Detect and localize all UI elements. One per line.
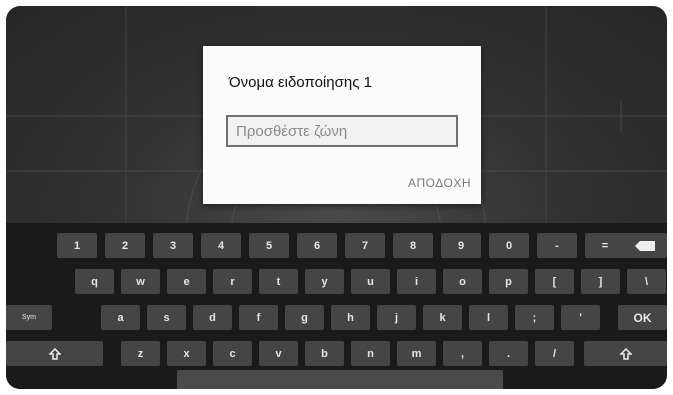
key-row3-2[interactable]: d <box>193 305 232 330</box>
key-row3-0[interactable]: a <box>101 305 140 330</box>
key-row2-0[interactable]: q <box>75 269 114 294</box>
tv-screen: Όνομα ειδοποίησης 1 ΑΠΟΔΟΧΗ 1234567890-=… <box>6 6 667 389</box>
key-sym[interactable]: Sym <box>6 305 52 330</box>
key-row2-2[interactable]: e <box>167 269 206 294</box>
key-row1-0[interactable]: 1 <box>57 233 97 258</box>
key-backspace[interactable] <box>623 233 667 258</box>
key-row3-1[interactable]: s <box>147 305 186 330</box>
key-row3-9[interactable]: ; <box>515 305 554 330</box>
key-row2-4[interactable]: t <box>259 269 298 294</box>
backspace-icon <box>635 240 655 251</box>
shift-icon <box>48 347 61 360</box>
dialog-title: Όνομα ειδοποίησης 1 <box>229 74 372 91</box>
key-space[interactable] <box>177 370 503 389</box>
key-row2-8[interactable]: o <box>443 269 482 294</box>
key-row1-10[interactable]: - <box>537 233 577 258</box>
key-row4-2[interactable]: c <box>213 341 252 366</box>
key-row2-6[interactable]: u <box>351 269 390 294</box>
key-row4-9[interactable]: / <box>535 341 574 366</box>
key-row4-0[interactable]: z <box>121 341 160 366</box>
key-row2-10[interactable]: [ <box>535 269 574 294</box>
key-row1-6[interactable]: 7 <box>345 233 385 258</box>
key-row3-3[interactable]: f <box>239 305 278 330</box>
key-row1-7[interactable]: 8 <box>393 233 433 258</box>
key-row2-11[interactable]: ] <box>581 269 620 294</box>
key-row3-7[interactable]: k <box>423 305 462 330</box>
key-row1-9[interactable]: 0 <box>489 233 529 258</box>
zone-name-input[interactable] <box>226 115 458 147</box>
key-row4-7[interactable]: , <box>443 341 482 366</box>
key-row1-1[interactable]: 2 <box>105 233 145 258</box>
key-row3-10[interactable]: ' <box>561 305 600 330</box>
key-row3-4[interactable]: g <box>285 305 324 330</box>
key-row4-3[interactable]: v <box>259 341 298 366</box>
key-row2-3[interactable]: r <box>213 269 252 294</box>
key-row3-8[interactable]: l <box>469 305 508 330</box>
key-row2-12[interactable]: \ <box>627 269 666 294</box>
key-row1-5[interactable]: 6 <box>297 233 337 258</box>
key-row1-2[interactable]: 3 <box>153 233 193 258</box>
key-row3-5[interactable]: h <box>331 305 370 330</box>
key-row2-1[interactable]: w <box>121 269 160 294</box>
key-row1-8[interactable]: 9 <box>441 233 481 258</box>
on-screen-keyboard: 1 2 3 4 5 6 7 8 9 0- = q w e r t y u i o p [] \ a s d f g h j k l; ' z x c v… <box>6 223 667 389</box>
key-shift-left[interactable] <box>6 341 103 366</box>
key-row2-7[interactable]: i <box>397 269 436 294</box>
key-row1-4[interactable]: 5 <box>249 233 289 258</box>
accept-button[interactable]: ΑΠΟΔΟΧΗ <box>408 176 471 190</box>
key-row3-6[interactable]: j <box>377 305 416 330</box>
key-ok[interactable]: OK <box>618 305 667 330</box>
key-row4-5[interactable]: n <box>351 341 390 366</box>
key-row2-9[interactable]: p <box>489 269 528 294</box>
key-row4-6[interactable]: m <box>397 341 436 366</box>
key-shift-right[interactable] <box>584 341 667 366</box>
key-row4-8[interactable]: . <box>489 341 528 366</box>
key-row4-4[interactable]: b <box>305 341 344 366</box>
shift-icon <box>619 347 632 360</box>
key-row4-1[interactable]: x <box>167 341 206 366</box>
key-row1-11[interactable]: = <box>585 233 625 258</box>
key-row2-5[interactable]: y <box>305 269 344 294</box>
key-row1-3[interactable]: 4 <box>201 233 241 258</box>
alert-name-dialog: Όνομα ειδοποίησης 1 ΑΠΟΔΟΧΗ <box>203 46 481 204</box>
